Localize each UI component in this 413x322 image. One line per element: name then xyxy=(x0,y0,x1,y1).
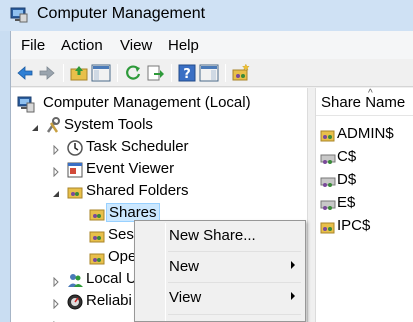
shares-list: ^ Share Name ADMIN$ C$ D$ E$ IPC$ xyxy=(316,88,413,322)
context-menu-label: View xyxy=(169,289,202,306)
tree-node-event-viewer[interactable]: Event Viewer xyxy=(11,159,307,181)
toolbar: ? xyxy=(11,59,413,87)
menu-action[interactable]: Action xyxy=(61,37,103,54)
tree-label-reliability: Reliabi xyxy=(86,292,132,309)
context-menu: New Share... New View xyxy=(134,220,306,322)
window-frame: Computer Management File Action View Hel… xyxy=(0,0,413,322)
menu-help[interactable]: Help xyxy=(168,37,199,54)
tree-label-task-scheduler: Task Scheduler xyxy=(86,138,189,155)
context-menu-label: New xyxy=(169,258,200,275)
shared-folder-icon xyxy=(88,249,106,267)
system-tools-icon xyxy=(44,117,62,135)
menu-view[interactable]: View xyxy=(120,37,152,54)
title-bar[interactable]: Computer Management xyxy=(0,0,413,31)
expanded-arrow-icon[interactable] xyxy=(51,186,61,197)
forward-icon[interactable] xyxy=(37,63,57,83)
list-item[interactable]: E$ xyxy=(316,193,413,215)
list-item[interactable]: C$ xyxy=(316,147,413,169)
computer-management-icon xyxy=(17,95,35,113)
toolbar-separator xyxy=(171,64,172,82)
shared-folder-icon xyxy=(66,183,84,201)
tree-label-event-viewer: Event Viewer xyxy=(86,160,175,177)
shared-folder-icon xyxy=(320,127,336,143)
collapsed-arrow-icon[interactable] xyxy=(51,164,61,178)
shared-folder-icon xyxy=(320,219,336,235)
submenu-arrow-icon xyxy=(291,261,295,269)
context-menu-label: New Share... xyxy=(169,227,256,244)
export-list-icon[interactable] xyxy=(145,63,165,83)
menu-bar: File Action View Help xyxy=(11,31,413,59)
show-hide-tree-icon[interactable] xyxy=(91,63,111,83)
tree-label-open-files: Ope xyxy=(108,248,137,265)
window-title: Computer Management xyxy=(37,5,206,22)
tree-node-root[interactable]: Computer Management (Local) xyxy=(11,93,307,115)
tree-label-shared-folders: Shared Folders xyxy=(86,182,189,199)
tree-label-local-users: Local U xyxy=(86,270,137,287)
tree-label-sessions: Ses xyxy=(108,226,134,243)
shared-folder-icon xyxy=(88,227,106,245)
context-menu-separator xyxy=(168,314,301,315)
list-item[interactable]: ADMIN$ xyxy=(316,124,413,146)
column-header-label: Share Name xyxy=(321,94,406,111)
collapsed-arrow-icon[interactable] xyxy=(51,318,61,322)
share-name: C$ xyxy=(337,148,357,165)
shared-folder-icon xyxy=(88,205,106,223)
expanded-arrow-icon[interactable] xyxy=(30,120,40,131)
tree-node-task-scheduler[interactable]: Task Scheduler xyxy=(11,137,307,159)
list-item[interactable]: IPC$ xyxy=(316,216,413,238)
shared-drive-icon xyxy=(320,196,336,212)
up-folder-icon[interactable] xyxy=(69,63,89,83)
context-menu-item-new[interactable]: New xyxy=(137,252,303,280)
share-name: IPC$ xyxy=(337,217,371,234)
tree-node-system-tools[interactable]: System Tools xyxy=(11,115,307,137)
share-name: ADMIN$ xyxy=(337,125,394,142)
column-header-share-name[interactable]: ^ Share Name xyxy=(316,88,413,116)
collapsed-arrow-icon[interactable] xyxy=(51,142,61,156)
menu-file[interactable]: File xyxy=(21,37,45,54)
performance-gauge-icon xyxy=(66,293,84,311)
help-icon[interactable]: ? xyxy=(177,63,197,83)
share-name: E$ xyxy=(337,194,356,211)
refresh-icon[interactable] xyxy=(123,63,143,83)
shared-folder-icon[interactable] xyxy=(231,63,251,83)
users-icon xyxy=(66,271,84,289)
pane-splitter[interactable] xyxy=(307,88,316,322)
share-name: D$ xyxy=(337,171,357,188)
tree-node-shared-folders[interactable]: Shared Folders xyxy=(11,181,307,203)
toolbar-separator xyxy=(225,64,226,82)
shared-drive-icon xyxy=(320,173,336,189)
context-menu-item-new-share[interactable]: New Share... xyxy=(137,221,303,249)
computer-management-icon xyxy=(10,7,28,23)
collapsed-arrow-icon[interactable] xyxy=(51,296,61,310)
back-icon[interactable] xyxy=(15,63,35,83)
clock-icon xyxy=(66,139,84,157)
tree-label-system-tools: System Tools xyxy=(64,116,153,133)
toolbar-separator xyxy=(117,64,118,82)
context-menu-item-view[interactable]: View xyxy=(137,283,303,311)
list-item[interactable]: D$ xyxy=(316,170,413,192)
submenu-arrow-icon xyxy=(291,292,295,300)
tree-label-root: Computer Management (Local) xyxy=(43,94,251,111)
show-hide-action-pane-icon[interactable] xyxy=(199,63,219,83)
toolbar-separator xyxy=(63,64,64,82)
svg-text:?: ? xyxy=(183,67,191,82)
collapsed-arrow-icon[interactable] xyxy=(51,274,61,288)
shared-drive-icon xyxy=(320,150,336,166)
event-viewer-icon xyxy=(66,161,84,179)
